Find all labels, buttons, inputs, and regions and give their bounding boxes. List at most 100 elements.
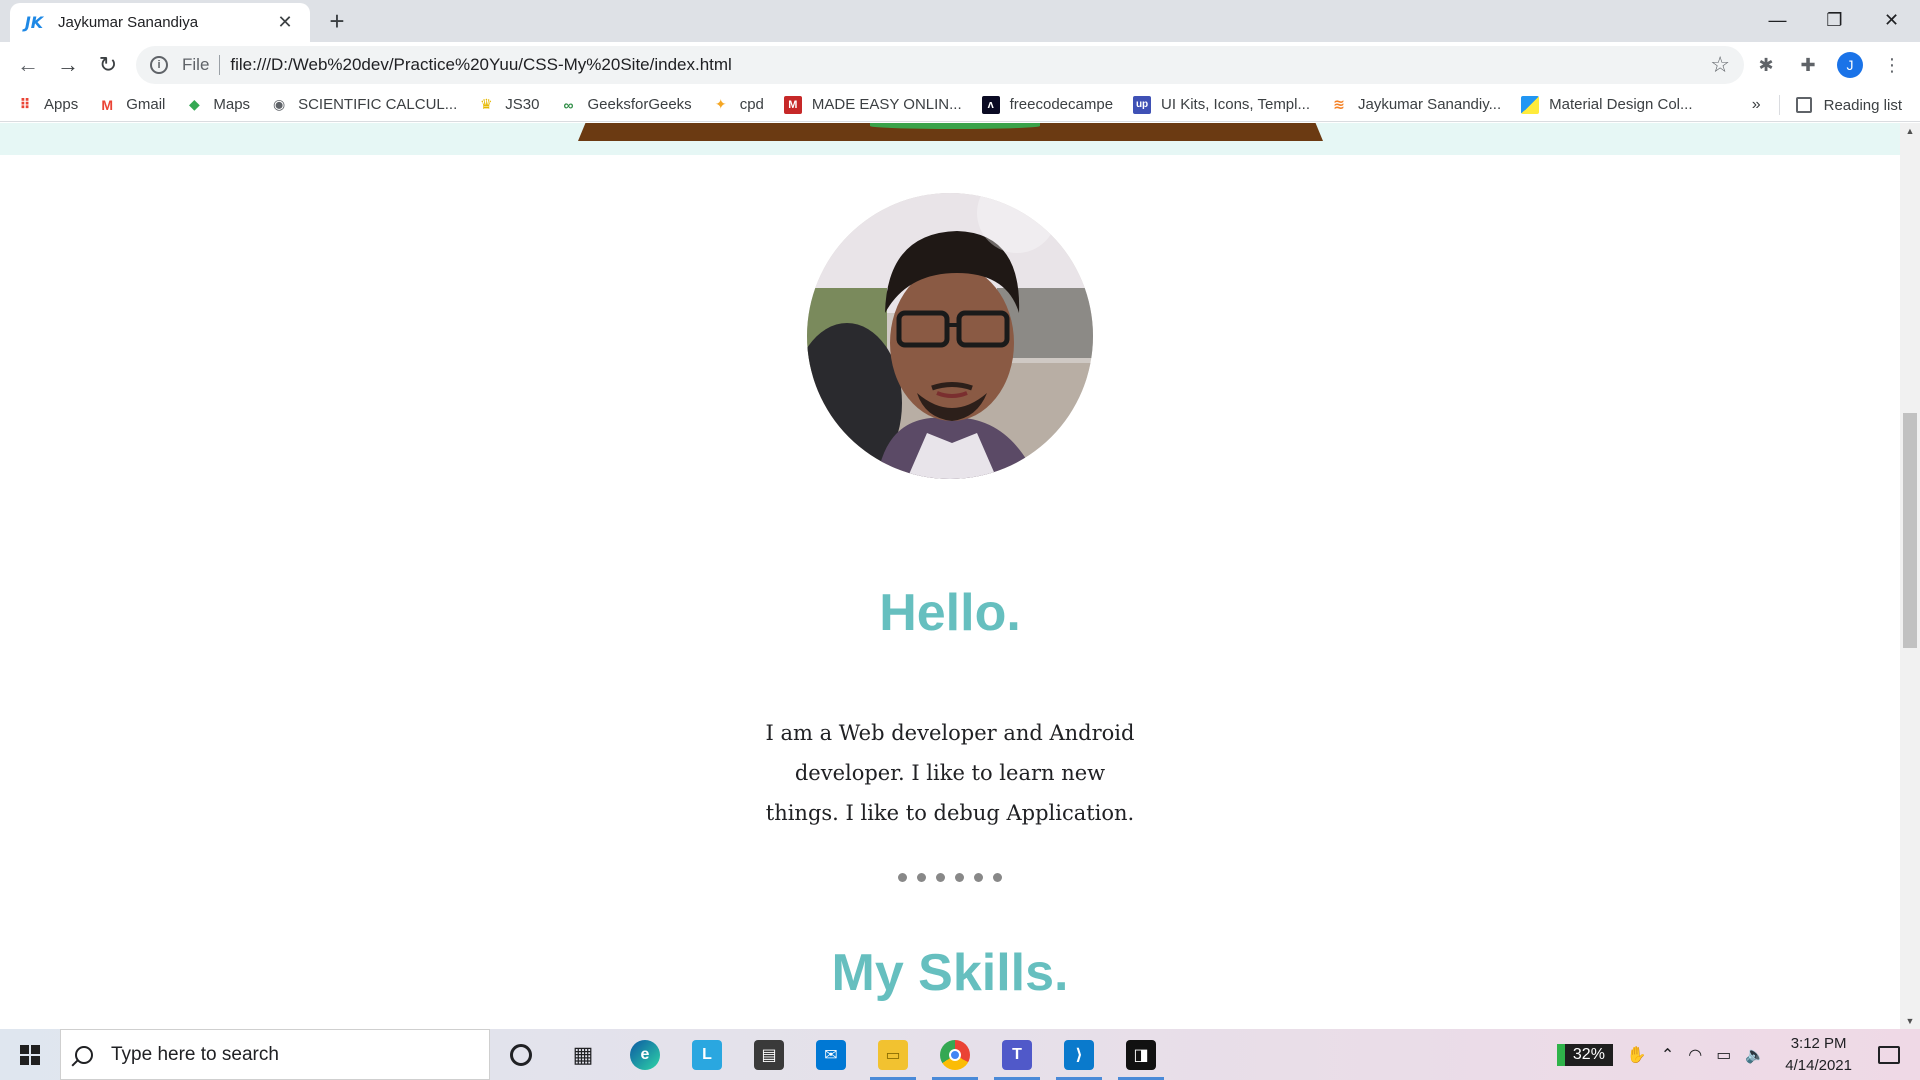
bookmark-apps[interactable]: ⠿ Apps xyxy=(16,96,79,114)
battery-indicator[interactable]: 32% xyxy=(1556,1043,1613,1066)
upwork-icon: up xyxy=(1133,95,1152,114)
taskbar-file-explorer[interactable]: ▭ xyxy=(862,1029,924,1080)
taskbar-mail[interactable]: ✉ xyxy=(800,1029,862,1080)
show-hidden-icons-chevron-icon[interactable]: ⌃ xyxy=(1661,1045,1674,1065)
taskbar-teams[interactable]: T xyxy=(986,1029,1048,1080)
extensions-puzzle-icon[interactable]: ✚ xyxy=(1790,49,1826,81)
taskbar-chrome[interactable] xyxy=(924,1029,986,1080)
clock-time: 3:12 PM xyxy=(1790,1034,1847,1052)
start-button[interactable] xyxy=(0,1029,60,1080)
skills-heading: My Skills. xyxy=(831,944,1069,1002)
cortana-button[interactable] xyxy=(490,1029,552,1080)
bookmark-label: cpd xyxy=(739,96,764,113)
divider-dot xyxy=(898,873,907,882)
bookmark-geeksforgeeks[interactable]: ∞ GeeksforGeeks xyxy=(559,96,691,114)
bookmark-label: SCIENTIFIC CALCUL... xyxy=(298,96,458,113)
mountain-grass xyxy=(870,123,1040,129)
gmail-icon: M xyxy=(101,96,114,113)
bookmark-material-design[interactable]: Material Design Col... xyxy=(1521,95,1693,114)
reading-list-button[interactable]: Reading list xyxy=(1795,97,1902,114)
hello-heading: Hello. xyxy=(879,584,1021,642)
bookmark-label: Jaykumar Sanandiy... xyxy=(1358,96,1502,113)
stackoverflow-icon: ≋ xyxy=(1333,96,1345,112)
bookmark-label: Maps xyxy=(213,96,251,113)
mail-icon: ✉ xyxy=(816,1039,846,1070)
scroll-down-arrow-icon[interactable]: ▼ xyxy=(1900,1013,1920,1029)
bug-extension-icon[interactable]: ✱ xyxy=(1748,49,1784,81)
dolby-icon: ◨ xyxy=(1126,1039,1156,1070)
windows-logo-icon xyxy=(20,1044,40,1065)
store-bag-icon: ▤ xyxy=(754,1039,784,1070)
profile-photo xyxy=(807,193,1093,479)
vscode-icon: ⟩ xyxy=(1064,1039,1094,1070)
action-center-icon[interactable] xyxy=(1878,1045,1900,1064)
menu-kebab-icon[interactable]: ⋮ xyxy=(1874,49,1910,81)
profile-button[interactable]: J xyxy=(1832,49,1868,81)
url-text[interactable]: file:///D:/Web%20dev/Practice%20Yuu/CSS-… xyxy=(230,55,1710,75)
bookmark-gmail[interactable]: M Gmail xyxy=(98,96,165,114)
omnibox-separator xyxy=(219,55,221,75)
windows-taskbar: Type here to search ▦ e L ▤ ✉ ▭ T ⟩ ◨ 32… xyxy=(0,1029,1920,1080)
taskbar-clock[interactable]: 3:12 PM 4/14/2021 xyxy=(1785,1033,1852,1077)
back-button[interactable]: ← xyxy=(12,49,44,81)
bookmark-cpd[interactable]: ✦ cpd xyxy=(712,96,764,114)
bookmark-made-easy[interactable]: M MADE EASY ONLIN... xyxy=(783,95,962,114)
taskbar-store[interactable]: ▤ xyxy=(738,1029,800,1080)
bookmark-maps[interactable]: ◆ Maps xyxy=(185,96,250,114)
jk-favicon-icon: JK xyxy=(24,13,44,32)
reload-button[interactable]: ↻ xyxy=(92,49,124,81)
bookmarks-divider xyxy=(1778,95,1780,115)
wifi-icon[interactable]: ◠ xyxy=(1688,1045,1702,1065)
page-viewport: Hello. I am a Web developer and Android … xyxy=(0,123,1900,1029)
minimize-button[interactable]: — xyxy=(1749,0,1806,40)
reading-list-icon xyxy=(1795,97,1812,113)
restore-button[interactable]: ❐ xyxy=(1806,0,1863,40)
info-icon[interactable]: i xyxy=(150,56,168,74)
section-divider-dots xyxy=(0,873,1900,882)
bookmark-js30[interactable]: ♛ JS30 xyxy=(477,96,539,114)
forward-button[interactable]: → xyxy=(52,49,84,81)
gfg-icon: ∞ xyxy=(563,96,574,113)
divider-dot xyxy=(955,873,964,882)
bookmark-label: MADE EASY ONLIN... xyxy=(811,96,962,113)
address-bar[interactable]: i File file:///D:/Web%20dev/Practice%20Y… xyxy=(136,46,1744,84)
material-icon xyxy=(1521,95,1540,114)
globe-icon: ◉ xyxy=(272,96,286,112)
bookmark-scientific-calc[interactable]: ◉ SCIENTIFIC CALCUL... xyxy=(270,96,457,114)
avatar: J xyxy=(1837,52,1863,78)
edge-icon: e xyxy=(630,1039,660,1070)
hero-section-bottom xyxy=(0,123,1900,155)
taskbar-search[interactable]: Type here to search xyxy=(60,1029,490,1080)
bookmark-ui-kits[interactable]: up UI Kits, Icons, Templ... xyxy=(1133,95,1310,114)
cpd-icon: ✦ xyxy=(714,96,727,112)
scrollbar-thumb[interactable] xyxy=(1903,413,1917,648)
crown-icon: ♛ xyxy=(479,96,493,112)
scheme-label: File xyxy=(182,55,210,74)
close-window-button[interactable]: ✕ xyxy=(1863,0,1920,40)
close-tab-icon[interactable]: ✕ xyxy=(274,12,296,33)
taskbar-edge[interactable]: e xyxy=(614,1029,676,1080)
volume-icon[interactable]: 🔈 xyxy=(1745,1045,1765,1065)
taskbar-dolby[interactable]: ◨ xyxy=(1110,1029,1172,1080)
browser-toolbar: ← → ↻ i File file:///D:/Web%20dev/Practi… xyxy=(0,42,1920,88)
page-scrollbar[interactable]: ▲ ▼ xyxy=(1900,123,1920,1029)
battery-tray-icon[interactable]: ▭ xyxy=(1716,1045,1731,1065)
bookmark-label: UI Kits, Icons, Templ... xyxy=(1161,96,1310,113)
bookmark-jaykumar[interactable]: ≋ Jaykumar Sanandiy... xyxy=(1330,96,1501,114)
browser-tab[interactable]: JK Jaykumar Sanandiya ✕ xyxy=(10,3,310,42)
more-bookmarks-button[interactable]: » xyxy=(1752,96,1761,114)
new-tab-button[interactable]: + xyxy=(322,7,352,37)
bookmark-label: Apps xyxy=(44,96,79,113)
window-controls: — ❐ ✕ xyxy=(1749,0,1920,40)
madeeasy-icon: M xyxy=(783,95,802,114)
bookmark-freecodecamp[interactable]: ʌ freecodecampe xyxy=(981,95,1113,114)
scroll-up-arrow-icon[interactable]: ▲ xyxy=(1900,123,1920,139)
tab-strip: JK Jaykumar Sanandiya ✕ + — ❐ ✕ xyxy=(0,0,1920,42)
pen-icon[interactable]: ✋ xyxy=(1627,1045,1647,1065)
task-view-button[interactable]: ▦ xyxy=(552,1029,614,1080)
taskbar-l-app[interactable]: L xyxy=(676,1029,738,1080)
taskbar-vscode[interactable]: ⟩ xyxy=(1048,1029,1110,1080)
l-app-icon: L xyxy=(692,1039,722,1070)
bookmark-star-icon[interactable]: ☆ xyxy=(1710,52,1730,78)
teams-icon: T xyxy=(1002,1039,1032,1070)
